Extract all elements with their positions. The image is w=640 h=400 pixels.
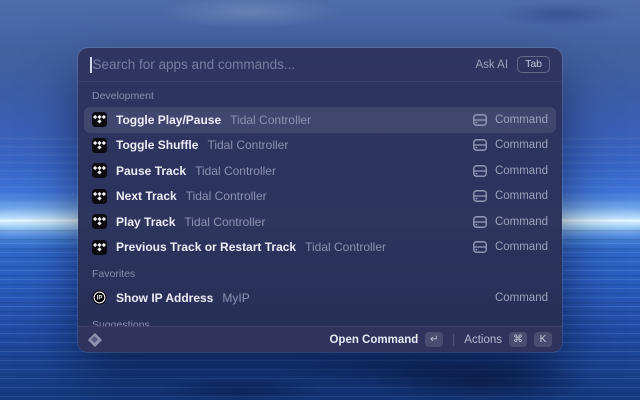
list-item[interactable]: Play Track Tidal Controller Command bbox=[84, 209, 556, 235]
item-type-label: Command bbox=[495, 139, 548, 151]
open-command-action[interactable]: Open Command bbox=[329, 334, 418, 346]
list-item[interactable]: IP Show IP Address MyIP Command bbox=[84, 285, 556, 311]
tidal-icon bbox=[92, 240, 107, 255]
item-title: Show IP Address bbox=[116, 291, 213, 305]
cmd-key-badge: ⌘ bbox=[509, 332, 527, 347]
item-title: Pause Track bbox=[116, 164, 186, 178]
tidal-icon bbox=[92, 138, 107, 153]
item-title: Previous Track or Restart Track bbox=[116, 240, 296, 254]
section-header-favorites: Favorites bbox=[84, 260, 556, 285]
raycast-logo-icon bbox=[88, 333, 101, 346]
footer-divider bbox=[453, 334, 454, 346]
k-key-badge: K bbox=[534, 332, 552, 347]
item-subtitle: Tidal Controller bbox=[207, 138, 288, 152]
ask-ai-label[interactable]: Ask AI bbox=[475, 59, 508, 71]
command-type-icon bbox=[473, 114, 487, 126]
enter-key-badge: ↵ bbox=[425, 332, 443, 347]
item-subtitle: Tidal Controller bbox=[184, 215, 265, 229]
item-type-label: Command bbox=[495, 241, 548, 253]
item-type-label: Command bbox=[495, 190, 548, 202]
list-item[interactable]: Toggle Shuffle Tidal Controller Command bbox=[84, 133, 556, 159]
command-type-icon bbox=[473, 139, 487, 151]
actions-button[interactable]: Actions bbox=[464, 334, 502, 346]
item-subtitle: Tidal Controller bbox=[305, 240, 386, 254]
list-item[interactable]: Pause Track Tidal Controller Command bbox=[84, 158, 556, 184]
results-list: Development Toggle Play/Pause Tidal Cont… bbox=[78, 82, 562, 336]
item-type-label: Command bbox=[495, 216, 548, 228]
tidal-icon bbox=[92, 112, 107, 127]
item-title: Play Track bbox=[116, 215, 175, 229]
list-item[interactable]: Toggle Play/Pause Tidal Controller Comma… bbox=[84, 107, 556, 133]
search-input[interactable] bbox=[92, 57, 468, 72]
item-subtitle: MyIP bbox=[222, 291, 249, 305]
tidal-icon bbox=[92, 163, 107, 178]
tab-key-badge: Tab bbox=[517, 56, 550, 73]
list-item[interactable]: Previous Track or Restart Track Tidal Co… bbox=[84, 235, 556, 261]
item-title: Toggle Play/Pause bbox=[116, 113, 221, 127]
item-type-label: Command bbox=[495, 114, 548, 126]
item-type-label: Command bbox=[495, 292, 548, 304]
item-title: Next Track bbox=[116, 189, 177, 203]
item-subtitle: Tidal Controller bbox=[186, 189, 267, 203]
command-type-icon bbox=[473, 190, 487, 202]
svg-text:IP: IP bbox=[97, 296, 103, 302]
ip-icon: IP bbox=[92, 290, 107, 305]
list-item[interactable]: Next Track Tidal Controller Command bbox=[84, 184, 556, 210]
item-subtitle: Tidal Controller bbox=[230, 113, 311, 127]
item-title: Toggle Shuffle bbox=[116, 138, 198, 152]
command-type-icon bbox=[473, 165, 487, 177]
tidal-icon bbox=[92, 214, 107, 229]
command-type-icon bbox=[473, 241, 487, 253]
item-type-label: Command bbox=[495, 165, 548, 177]
item-subtitle: Tidal Controller bbox=[195, 164, 276, 178]
search-bar: Ask AI Tab bbox=[78, 48, 562, 81]
tidal-icon bbox=[92, 189, 107, 204]
command-type-icon bbox=[473, 216, 487, 228]
section-header-development: Development bbox=[84, 82, 556, 107]
launcher-window: Ask AI Tab Development Toggle Play/Pause… bbox=[78, 48, 562, 352]
footer-bar: Open Command ↵ Actions ⌘ K bbox=[78, 326, 562, 352]
